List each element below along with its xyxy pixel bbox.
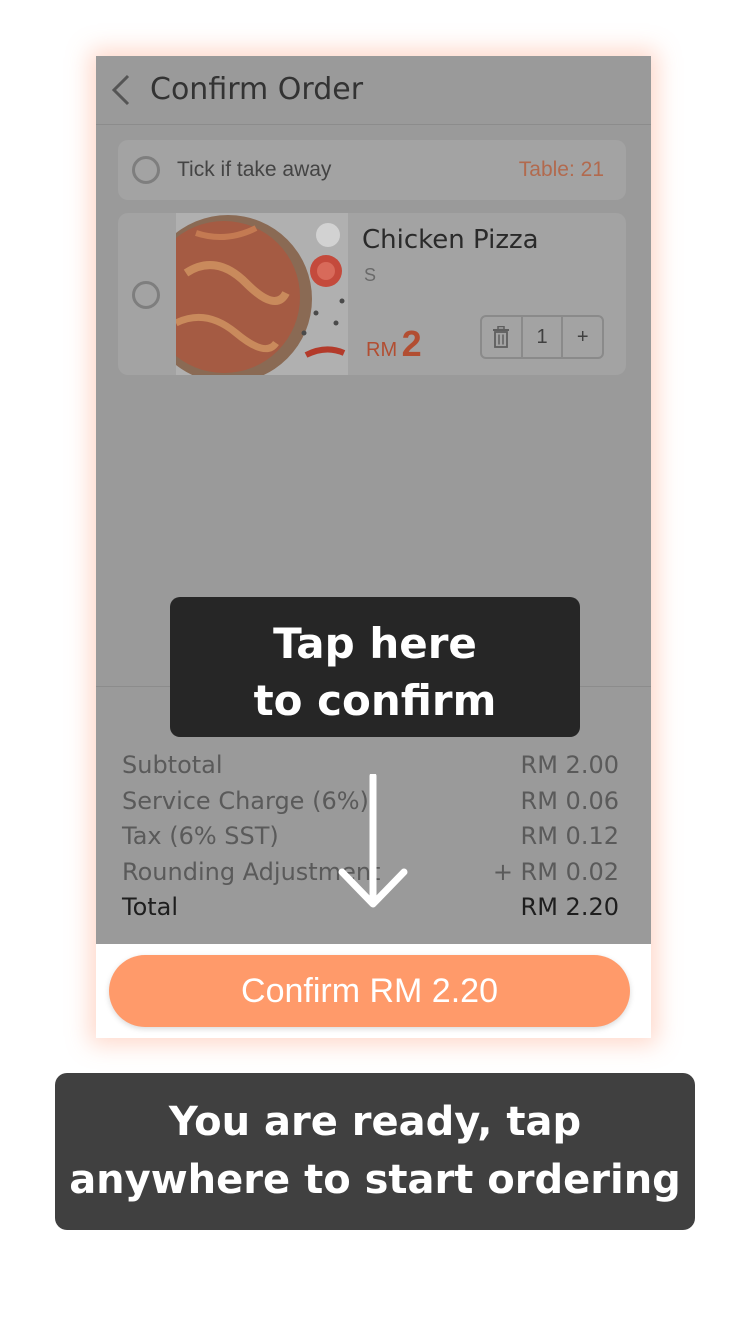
price-currency: RM xyxy=(366,339,398,361)
plus-icon[interactable]: + xyxy=(561,317,602,357)
summary-value: RM 2.00 xyxy=(520,751,619,779)
summary-value: RM 0.12 xyxy=(520,822,619,850)
header: Confirm Order xyxy=(96,56,651,125)
summary-value: RM 0.06 xyxy=(520,786,619,815)
quantity-value: 1 xyxy=(520,317,562,357)
item-size: S xyxy=(364,265,377,285)
ready-message[interactable]: You are ready, tap anywhere to start ord… xyxy=(55,1073,695,1230)
hint-line: to confirm xyxy=(253,676,497,725)
chevron-left-icon[interactable] xyxy=(110,74,132,106)
confirm-button[interactable]: Confirm RM 2.20 xyxy=(109,955,630,1027)
price-amount: 2 xyxy=(401,323,422,364)
summary-label: Tax (6% SST) xyxy=(122,822,279,850)
trash-icon xyxy=(493,326,510,348)
summary-label: Service Charge (6%) xyxy=(122,786,369,815)
pizza-image xyxy=(176,213,348,375)
item-price: RM 2 xyxy=(366,323,422,365)
tap-hint-bubble: Tap here to confirm xyxy=(170,597,580,737)
table-number: Table: 21 xyxy=(518,158,604,181)
item-name: Chicken Pizza xyxy=(362,225,539,255)
quantity-stepper: 1 + xyxy=(480,315,604,359)
takeaway-card[interactable]: Tick if take away Table: 21 xyxy=(118,140,626,200)
cart-item[interactable]: Chicken Pizza S RM 2 1 + xyxy=(118,213,626,375)
radio-unchecked-icon[interactable] xyxy=(132,281,160,309)
arrow-down-icon xyxy=(338,774,408,908)
ready-line: anywhere to start ordering xyxy=(69,1157,681,1203)
summary-label: Subtotal xyxy=(122,751,223,779)
summary-label: Total xyxy=(122,893,179,921)
delete-button[interactable] xyxy=(482,317,521,357)
summary-value: RM 2.20 xyxy=(520,893,619,921)
takeaway-label: Tick if take away xyxy=(177,158,332,181)
summary-value: + RM 0.02 xyxy=(492,857,619,886)
ready-line: You are ready, tap xyxy=(168,1099,582,1145)
radio-unchecked-icon[interactable] xyxy=(132,156,160,184)
hint-line: Tap here xyxy=(273,619,477,668)
page-title: Confirm Order xyxy=(150,72,364,107)
